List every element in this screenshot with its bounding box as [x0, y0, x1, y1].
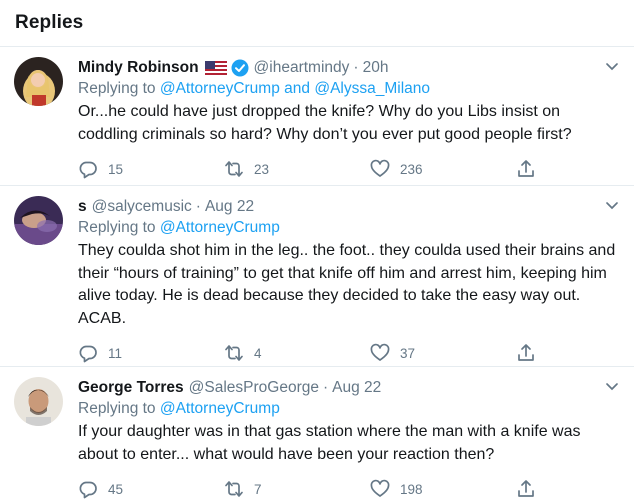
like-count: 236 — [400, 161, 423, 177]
like-button[interactable]: 236 — [370, 159, 516, 179]
chevron-down-icon[interactable] — [604, 200, 620, 212]
share-icon — [518, 344, 534, 361]
display-name[interactable]: s — [78, 198, 87, 216]
mention-link[interactable]: @AttorneyCrump — [160, 219, 280, 236]
reply-button[interactable]: 45 — [78, 479, 224, 499]
replying-to: Replying to @AttorneyCrump — [78, 219, 280, 236]
retweet-count: 7 — [254, 481, 262, 497]
mention-joiner[interactable]: and — [284, 80, 310, 97]
replying-to: Replying to @AttorneyCrump — [78, 400, 280, 417]
reply-button[interactable]: 11 — [78, 343, 224, 363]
retweet-icon — [225, 161, 243, 177]
reply-count: 45 — [108, 481, 124, 497]
replies-title: Replies — [15, 12, 84, 33]
replies-panel: Replies Mindy Robinson @iheartmindy · 20… — [0, 0, 634, 501]
like-button[interactable]: 198 — [370, 479, 516, 499]
avatar[interactable] — [14, 57, 63, 106]
like-count: 37 — [400, 345, 416, 361]
retweet-icon — [225, 481, 243, 497]
mention-link[interactable]: @AttorneyCrump — [160, 80, 280, 97]
retweet-icon — [225, 345, 243, 361]
avatar[interactable] — [14, 196, 63, 245]
timestamp[interactable]: Aug 22 — [205, 198, 254, 216]
reply-button[interactable]: 15 — [78, 159, 224, 179]
replies-header: Replies — [0, 0, 634, 47]
timestamp[interactable]: Aug 22 — [332, 379, 381, 397]
handle[interactable]: @SalesProGeorge — [189, 379, 319, 397]
mention-link[interactable]: @AttorneyCrump — [160, 400, 280, 417]
tweet[interactable]: George Torres @SalesProGeorge · Aug 22 R… — [0, 367, 634, 501]
handle[interactable]: @salycemusic — [92, 198, 192, 216]
us-flag-icon — [204, 60, 227, 75]
avatar[interactable] — [14, 377, 63, 426]
chevron-down-icon[interactable] — [604, 61, 620, 73]
share-button[interactable] — [516, 479, 546, 499]
share-icon — [518, 160, 534, 177]
tweet[interactable]: Mindy Robinson @iheartmindy · 20h Replyi… — [0, 47, 634, 186]
display-name[interactable]: George Torres — [78, 379, 184, 397]
tweet-actions: 45 7 198 — [78, 466, 620, 501]
separator-dot: · — [353, 58, 359, 76]
chevron-down-icon[interactable] — [604, 381, 620, 393]
retweet-button[interactable]: 4 — [224, 343, 370, 363]
like-button[interactable]: 37 — [370, 343, 516, 363]
retweet-count: 4 — [254, 345, 262, 361]
tweet-text: Or...he could have just dropped the knif… — [78, 103, 572, 143]
separator-dot: · — [323, 378, 329, 396]
heart-icon — [370, 159, 390, 177]
handle[interactable]: @iheartmindy — [254, 59, 350, 77]
timestamp[interactable]: 20h — [363, 59, 389, 77]
mention-link[interactable]: @Alyssa_Milano — [314, 80, 430, 97]
retweet-button[interactable]: 23 — [224, 159, 370, 179]
reply-icon — [79, 161, 97, 179]
reply-count: 15 — [108, 161, 124, 177]
separator-dot: · — [195, 197, 201, 215]
like-count: 198 — [400, 481, 423, 497]
share-button[interactable] — [516, 343, 546, 363]
replying-to: Replying to @AttorneyCrump and @Alyssa_M… — [78, 80, 430, 97]
tweet-text: They coulda shot him in the leg.. the fo… — [78, 242, 616, 327]
retweet-count: 23 — [254, 161, 270, 177]
heart-icon — [370, 479, 390, 497]
reply-icon — [79, 481, 97, 499]
retweet-button[interactable]: 7 — [224, 479, 370, 499]
reply-icon — [79, 345, 97, 363]
display-name[interactable]: Mindy Robinson — [78, 59, 199, 77]
tweet-text: If your daughter was in that gas station… — [78, 423, 581, 463]
reply-count: 11 — [108, 345, 123, 361]
verified-badge-icon — [231, 59, 249, 77]
tweet[interactable]: s @salycemusic · Aug 22 Replying to @Att… — [0, 186, 634, 367]
share-icon — [518, 480, 534, 497]
heart-icon — [370, 343, 390, 361]
share-button[interactable] — [516, 159, 546, 179]
